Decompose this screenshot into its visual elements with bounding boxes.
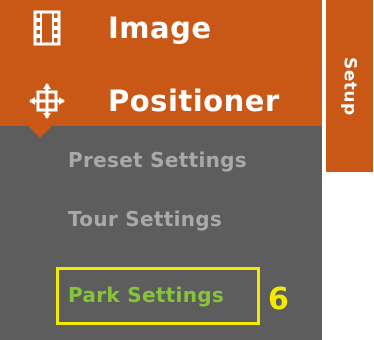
setup-tab-label: Setup xyxy=(339,56,360,116)
setup-tab-inner: Setup xyxy=(326,0,373,172)
active-menu-pointer xyxy=(28,126,52,138)
menu-item-positioner-label: Positioner xyxy=(108,84,280,118)
menu-item-image[interactable]: Image xyxy=(0,0,326,56)
annotation-number: 6 xyxy=(268,282,289,317)
menu-item-positioner[interactable]: Positioner xyxy=(0,72,326,130)
setup-tab[interactable]: Setup xyxy=(326,0,373,172)
submenu-item-preset-settings[interactable]: Preset Settings xyxy=(68,148,247,172)
positioner-crosshair-icon xyxy=(28,82,66,120)
highlight-box xyxy=(56,267,260,325)
menu-item-image-label: Image xyxy=(108,11,212,45)
submenu-item-tour-settings[interactable]: Tour Settings xyxy=(68,207,222,231)
film-icon xyxy=(28,9,66,47)
